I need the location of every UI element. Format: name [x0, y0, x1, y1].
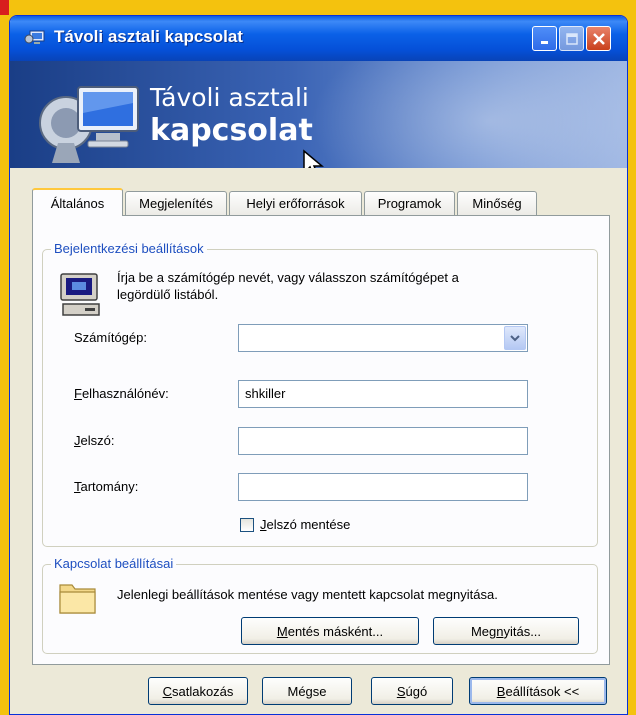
username-label-text: elhasználónév:	[81, 386, 169, 401]
maximize-button	[559, 26, 584, 51]
connect-label: satlakozás	[171, 683, 234, 699]
tab-panel-general: Bejelentkezési beállítások Írja be a szá…	[32, 215, 610, 665]
minimize-button[interactable]	[532, 26, 557, 51]
mouse-cursor-icon	[303, 149, 324, 168]
save-as-accesskey: M	[276, 623, 288, 639]
connection-description: Jelenlegi beállítások mentése vagy mente…	[117, 587, 498, 602]
tab-quality-label: Minőség	[472, 196, 522, 211]
title-bar[interactable]: Távoli asztali kapcsolat	[10, 16, 627, 61]
window-title: Távoli asztali kapcsolat	[54, 27, 243, 46]
options-label: eállítások <<	[505, 683, 580, 699]
open-label-pre: Meg	[470, 623, 497, 639]
header-banner: Távoli asztali kapcsolat	[10, 61, 627, 168]
remote-desktop-window: Távoli asztali kapcsolat Távoli asztali …	[9, 15, 628, 715]
save-as-button[interactable]: Mentés másként...	[241, 617, 419, 645]
domain-label-text: artomány:	[80, 479, 139, 494]
tab-general-label: Általános	[50, 195, 105, 211]
password-field[interactable]	[238, 427, 528, 455]
banner-glow	[310, 61, 627, 168]
tab-programs[interactable]: Programok	[364, 191, 455, 215]
close-button[interactable]	[586, 26, 611, 51]
tab-programs-label: Programok	[377, 196, 442, 211]
save-as-label: entés másként...	[287, 623, 384, 639]
connect-accesskey: C	[162, 683, 172, 699]
cancel-button[interactable]: Mégse	[262, 677, 352, 705]
close-icon	[592, 32, 605, 45]
password-label: Jelszó:	[74, 433, 114, 448]
computer-icon	[60, 273, 100, 316]
tab-local-resources[interactable]: Helyi erőforrások	[229, 191, 362, 215]
open-label-post: yitás...	[503, 623, 542, 639]
open-accesskey: n	[496, 623, 504, 639]
logon-description-line1: Írja be a számítógép nevét, vagy válassz…	[117, 270, 459, 285]
remote-desktop-logo-icon	[39, 86, 139, 163]
maximize-icon	[565, 32, 578, 45]
options-button[interactable]: Beállítások <<	[469, 677, 607, 705]
remote-desktop-icon	[24, 30, 45, 44]
connect-button[interactable]: Csatlakozás	[148, 677, 248, 705]
save-password-label[interactable]: Jelszó mentése	[260, 517, 350, 532]
username-field[interactable]: shkiller	[238, 380, 528, 408]
corner-decoration	[0, 0, 9, 15]
save-password-checkbox[interactable]	[240, 518, 254, 532]
tab-display-label: Megjelenítés	[139, 196, 213, 211]
connection-settings-group: Kapcsolat beállításai Jelenlegi beállítá…	[42, 556, 598, 654]
chevron-down-icon	[510, 335, 520, 342]
tab-local-resources-label: Helyi erőforrások	[246, 196, 345, 211]
tab-general[interactable]: Általános	[32, 188, 123, 216]
tab-display[interactable]: Megjelenítés	[125, 191, 227, 215]
tab-quality[interactable]: Minőség	[457, 191, 537, 215]
domain-field[interactable]	[238, 473, 528, 501]
open-button[interactable]: Meg n yitás...	[433, 617, 579, 645]
banner-title-line1: Távoli asztali	[150, 83, 309, 112]
computer-label: Számítógép:	[74, 330, 147, 345]
computer-dropdown-button[interactable]	[504, 326, 526, 350]
help-label: úgó	[405, 683, 428, 699]
logon-settings-group: Bejelentkezési beállítások Írja be a szá…	[42, 241, 598, 547]
password-label-text: elszó:	[80, 433, 115, 448]
logon-description-line2: legördülő listából.	[117, 287, 219, 302]
connection-settings-title: Kapcsolat beállításai	[51, 556, 177, 571]
help-button[interactable]: Súgó	[371, 677, 453, 705]
domain-label: Tartomány:	[74, 479, 138, 494]
username-value: shkiller	[245, 386, 286, 401]
help-accesskey: S	[396, 683, 406, 699]
computer-combobox[interactable]	[238, 324, 528, 352]
banner-title-line2: kapcsolat	[150, 113, 313, 148]
username-label-accesskey: F	[74, 386, 82, 401]
folder-icon	[59, 584, 96, 614]
minimize-icon	[540, 40, 548, 44]
logon-settings-title: Bejelentkezési beállítások	[51, 241, 207, 256]
options-accesskey: B	[496, 683, 506, 699]
username-label: Felhasználónév:	[74, 386, 169, 401]
cancel-label: Mégse	[287, 683, 327, 699]
save-password-text: elszó mentése	[266, 517, 351, 532]
